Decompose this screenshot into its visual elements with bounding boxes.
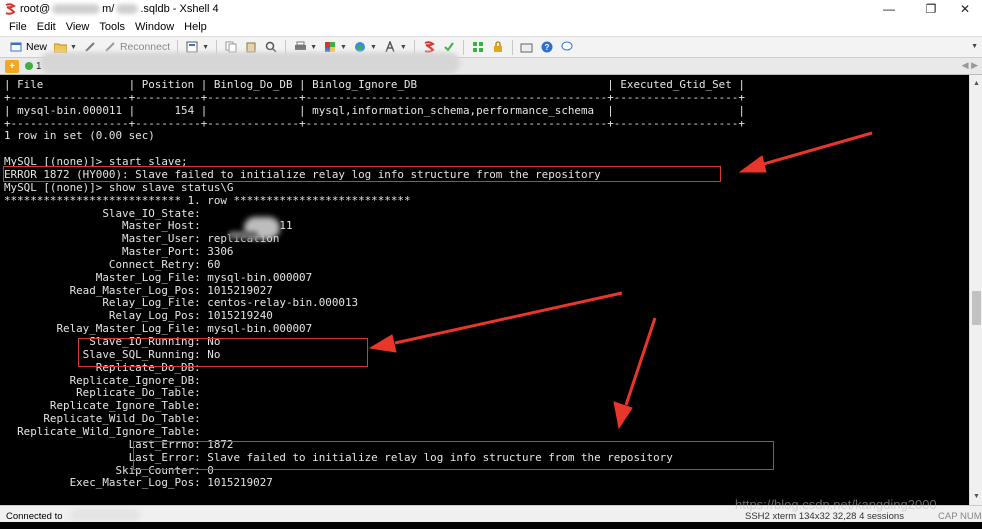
menu-edit[interactable]: Edit	[32, 21, 61, 33]
new-tab-icon[interactable]: +	[5, 59, 19, 73]
terminal-line: +------------------+----------+---------…	[4, 116, 745, 130]
redacted-tab-title	[40, 52, 460, 74]
menu-window[interactable]: Window	[130, 21, 179, 33]
terminal-line: Connect_Retry: 60	[4, 257, 221, 271]
terminal-line: Master_Log_File: mysql-bin.000007	[4, 270, 313, 284]
title-bar: root@ m/ .sqldb - Xshell 4 — ❐ ✕	[0, 0, 982, 17]
scrollbar-thumb[interactable]	[972, 291, 981, 325]
session-info: SSH2 xterm 134x32 32,28 4 sessions	[745, 511, 904, 522]
terminal-line: +------------------+----------+---------…	[4, 90, 745, 104]
connected-status-icon	[25, 62, 33, 70]
maximize-button[interactable]: ❐	[914, 0, 948, 17]
chevron-down-icon: ▼	[310, 43, 318, 51]
terminal-line: | File | Position | Binlog_Do_DB | Binlo…	[4, 78, 745, 91]
window-title-prefix: root@	[20, 2, 51, 15]
taskbar-strip	[0, 522, 982, 529]
chat-button[interactable]	[557, 38, 577, 56]
new-label: New	[26, 41, 48, 53]
help-icon: ?	[540, 40, 554, 54]
toolbar-separator	[511, 39, 513, 55]
chevron-down-icon: ▼	[70, 43, 77, 51]
redacted-path	[116, 3, 139, 14]
close-button[interactable]: ✕	[948, 0, 982, 17]
connection-status: Connected to	[6, 511, 63, 522]
session-tab-bar: + 1 ◀ ▶	[0, 52, 982, 75]
layout-icon	[471, 40, 485, 54]
scroll-down-icon[interactable]: ▼	[970, 490, 982, 503]
xshell-logo-icon	[4, 2, 16, 15]
menu-tools[interactable]: Tools	[94, 21, 130, 33]
chat-icon	[560, 40, 574, 54]
terminal-line: Relay_Log_Pos: 1015219240	[4, 309, 273, 323]
terminal-line: Replicate_Do_Table:	[4, 386, 208, 400]
menu-view[interactable]: View	[61, 21, 95, 33]
tab-scroll-arrows-icon[interactable]: ◀ ▶	[962, 60, 978, 71]
terminal-line: Read_Master_Log_Pos: 1015219027	[4, 283, 273, 297]
terminal-line: Replicate_Wild_Ignore_Table:	[4, 424, 208, 438]
error-highlight-box	[3, 166, 721, 182]
redacted-host	[52, 3, 101, 14]
chevron-down-icon: ▼	[340, 43, 347, 51]
window-title-mid: m/	[102, 2, 115, 15]
terminal-line: Replicate_Ignore_DB:	[4, 373, 208, 387]
terminal-line: *************************** 1. row *****…	[4, 193, 411, 207]
terminal-line: Replicate_Ignore_Table:	[4, 399, 208, 413]
new-session-icon	[9, 40, 23, 54]
help-button[interactable]: ?	[537, 38, 557, 56]
layout-button[interactable]	[468, 38, 488, 56]
lock-icon	[491, 40, 505, 54]
last-error-highlight-box	[133, 441, 774, 470]
menu-bar: File Edit View Tools Window Help	[0, 17, 982, 36]
terminal-line: Relay_Log_File: centos-relay-bin.000013	[4, 296, 359, 310]
chevron-down-icon: ▼	[399, 43, 407, 51]
terminal-scrollbar[interactable]: ▲ ▼	[969, 75, 982, 505]
menu-help[interactable]: Help	[179, 21, 212, 33]
keyboard-state: CAP NUM	[938, 511, 982, 522]
terminal-line: Relay_Master_Log_File: mysql-bin.000007	[4, 322, 313, 336]
terminal-line: Exec_Master_Log_Pos: 1015219027	[4, 476, 273, 490]
redacted-connection	[70, 509, 140, 521]
watermark: https://blog.csdn.net/kangding2000	[735, 497, 937, 512]
running-status-highlight-box	[78, 338, 368, 367]
window-title-suffix: .sqldb - Xshell 4	[140, 2, 219, 15]
toolbar-separator	[462, 39, 464, 55]
terminal-line: 1 row in set (0.00 sec)	[4, 129, 155, 143]
compose-button[interactable]	[517, 38, 537, 56]
minimize-button[interactable]: —	[872, 0, 906, 17]
menu-file[interactable]: File	[4, 21, 32, 33]
svg-text:?: ?	[544, 43, 549, 52]
chevron-down-icon: ▼	[369, 43, 377, 51]
terminal-line: Master_Port: 3306	[4, 245, 234, 259]
terminal-line: Slave_IO_State:	[4, 206, 208, 220]
keyboard-icon	[520, 40, 534, 54]
chevron-down-icon: ▼	[202, 43, 210, 51]
redacted-user-fragment	[228, 231, 258, 239]
terminal-line: Replicate_Wild_Do_Table:	[4, 412, 208, 426]
scroll-up-icon[interactable]: ▲	[970, 77, 982, 90]
terminal-line: | mysql-bin.000011 | 154 | | mysql,infor…	[4, 103, 745, 117]
terminal-line: MySQL [(none)]> show slave status\G	[4, 180, 234, 194]
toolbar-overflow-chevron-icon[interactable]: ▼	[971, 43, 978, 50]
lock-button[interactable]	[488, 38, 508, 56]
